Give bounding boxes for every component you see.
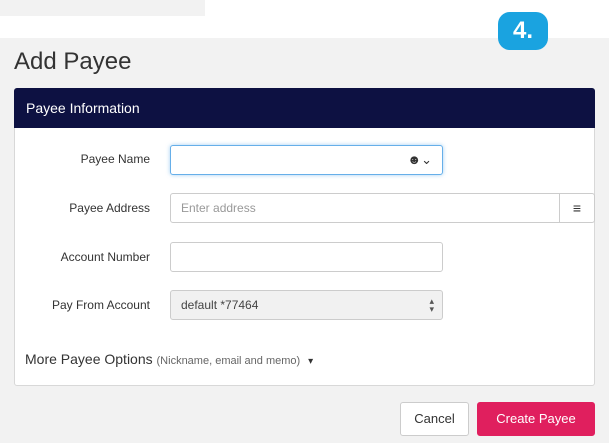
payee-address-placeholder: Enter address: [181, 201, 256, 215]
step-badge: 4.: [498, 12, 548, 50]
account-number-label: Account Number: [60, 250, 150, 264]
list-icon[interactable]: ≡: [559, 194, 594, 222]
top-strip-cutout: [0, 0, 205, 16]
caret-down-icon: ▾: [308, 356, 314, 367]
payee-name-input[interactable]: ☻⌄: [170, 145, 443, 175]
pay-from-account-select[interactable]: default *77464 ▴ ▾: [170, 290, 443, 320]
payee-name-label: Payee Name: [80, 152, 150, 166]
panel-header: Payee Information: [14, 88, 595, 128]
create-payee-button[interactable]: Create Payee: [477, 402, 595, 436]
payee-address-input[interactable]: Enter address ≡: [170, 193, 595, 223]
pay-from-account-value: default *77464: [181, 298, 259, 312]
select-arrows-icon: ▴ ▾: [429, 296, 434, 314]
payee-address-label: Payee Address: [69, 201, 150, 215]
page-title: Add Payee: [14, 48, 132, 75]
pay-from-account-label: Pay From Account: [51, 298, 150, 312]
contact-person-icon[interactable]: ☻⌄: [407, 152, 432, 168]
payee-information-panel: Payee Information Payee Name ☻⌄ Payee Ad…: [14, 88, 595, 386]
more-options-hint: (Nickname, email and memo): [156, 355, 301, 367]
more-payee-options-toggle[interactable]: More Payee Options (Nickname, email and …: [25, 351, 313, 367]
more-options-label: More Payee Options: [25, 351, 153, 367]
account-number-input[interactable]: [170, 242, 443, 272]
cancel-button[interactable]: Cancel: [400, 402, 469, 436]
